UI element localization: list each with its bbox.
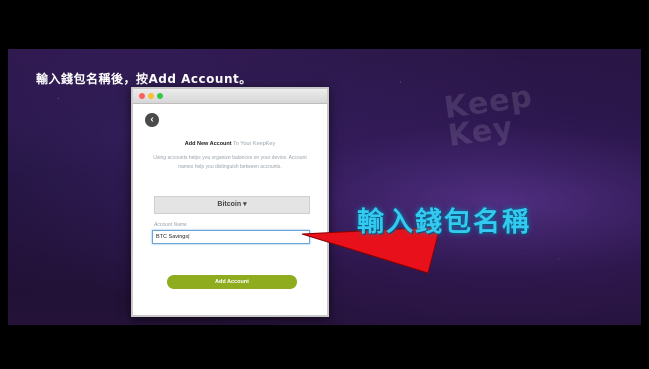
account-name-label: Account Name (154, 222, 187, 228)
video-frame: Keep Key 輸入錢包名稱後，按Add Account。 ‹ Add New … (0, 0, 649, 369)
close-window-icon[interactable] (139, 93, 145, 99)
window-titlebar (133, 89, 327, 104)
add-account-button[interactable]: Add Account (167, 275, 297, 289)
keepkey-watermark: Keep Key (441, 79, 535, 154)
instruction-caption: 輸入錢包名稱後，按Add Account。 (36, 72, 252, 86)
back-arrow-icon[interactable]: ‹ (145, 113, 159, 127)
coin-select-dropdown[interactable]: Bitcoin ▾ (154, 196, 310, 214)
maximize-window-icon[interactable] (157, 93, 163, 99)
account-name-input[interactable]: BTC Savings| (152, 230, 310, 244)
account-description: Using accounts helps you organize balanc… (153, 155, 307, 170)
callout-text: 輸入錢包名稱 (357, 207, 531, 238)
minimize-window-icon[interactable] (148, 93, 154, 99)
keepkey-app-window: ‹ Add New Account To Your KeepKey Using … (131, 87, 329, 317)
page-title: Add New Account To Your KeepKey (184, 141, 276, 147)
